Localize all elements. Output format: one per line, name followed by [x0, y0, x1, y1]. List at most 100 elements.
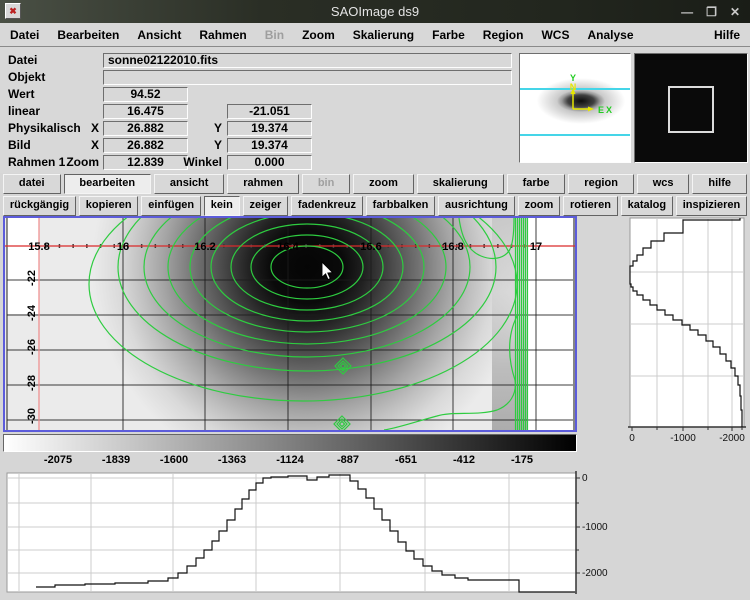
- image-x-label: X: [55, 138, 99, 153]
- image-y-label: Y: [170, 138, 222, 153]
- window-controls: — ❒ ✕: [681, 0, 740, 23]
- svg-text:0: 0: [629, 433, 635, 444]
- svg-text:-26: -26: [26, 339, 38, 355]
- toolbar-button[interactable]: zoom: [518, 196, 560, 216]
- svg-text:15.8: 15.8: [28, 241, 49, 253]
- svg-text:-2000: -2000: [719, 433, 745, 444]
- menu-item[interactable]: Farbe: [432, 28, 465, 42]
- toolbar-button[interactable]: rahmen: [227, 174, 299, 194]
- colorbar-tick-label: -887: [337, 454, 359, 466]
- titlebar: ✖ SAOImage ds9 — ❒ ✕: [0, 0, 750, 23]
- svg-text:16.6: 16.6: [360, 241, 381, 253]
- colorbar-tick-label: -651: [395, 454, 417, 466]
- toolbar-button[interactable]: hilfe: [692, 174, 746, 194]
- svg-text:-24: -24: [26, 304, 38, 321]
- angle-label: Winkel: [170, 155, 222, 170]
- menu-item[interactable]: Region: [483, 28, 524, 42]
- svg-text:-1000: -1000: [670, 433, 696, 444]
- menu-item[interactable]: Skalierung: [353, 28, 414, 42]
- image-frame[interactable]: 15.8 16 16.2 16.4 16.6 16.8 17 -22 -24 -26 -28 -30: [3, 216, 577, 432]
- vertical-profile-plot: 0 -1000 -2000: [578, 216, 750, 456]
- magnifier-preview[interactable]: [634, 53, 748, 163]
- toolbar-button[interactable]: datei: [3, 174, 61, 194]
- svg-text:N: N: [570, 82, 577, 92]
- svg-text:-1000: -1000: [582, 522, 608, 533]
- value-value: 94.52: [103, 87, 188, 102]
- svg-text:-28: -28: [26, 375, 38, 391]
- svg-text:E: E: [598, 105, 604, 115]
- toolbar-button[interactable]: bin: [302, 174, 350, 194]
- colorbar-tick-label: -412: [453, 454, 475, 466]
- window-title: SAOImage ds9: [0, 0, 750, 23]
- file-value: sonne02122010.fits: [103, 53, 512, 68]
- maximize-button[interactable]: ❒: [706, 5, 717, 19]
- physical-x-label: X: [55, 121, 99, 136]
- toolbar-button[interactable]: zoom: [353, 174, 414, 194]
- file-label: Datei: [8, 53, 37, 68]
- toolbar-button[interactable]: skalierung: [417, 174, 504, 194]
- toolbar-button[interactable]: rotieren: [563, 196, 618, 216]
- toolbar-secondary: rückgängigkopiereneinfügenkeinzeigerfade…: [0, 195, 750, 217]
- menu-item[interactable]: Bin: [265, 28, 284, 42]
- svg-text:-30: -30: [26, 408, 38, 424]
- toolbar-button[interactable]: region: [568, 174, 633, 194]
- linear-label: linear: [8, 104, 40, 119]
- zoom-label: Zoom: [55, 155, 99, 170]
- menu-item[interactable]: Ansicht: [137, 28, 181, 42]
- toolbar-button[interactable]: kopieren: [79, 196, 139, 216]
- menu-item[interactable]: Zoom: [302, 28, 335, 42]
- toolbar-button[interactable]: ansicht: [154, 174, 224, 194]
- colorbar-tick-label: -1363: [218, 454, 246, 466]
- image-coord-label: Bild: [8, 138, 31, 153]
- colorbar-tick-label: -1124: [276, 454, 304, 466]
- toolbar-button[interactable]: einfügen: [141, 196, 201, 216]
- menu-item[interactable]: WCS: [541, 28, 569, 42]
- object-value: [103, 70, 512, 85]
- toolbar-button[interactable]: inspizieren: [676, 196, 747, 216]
- colorbar-tick-label: -1839: [102, 454, 130, 466]
- toolbar-button[interactable]: farbe: [507, 174, 566, 194]
- linear-y-value: -21.051: [227, 104, 312, 119]
- toolbar-primary: dateibearbeitenansichtrahmenbinzoomskali…: [0, 173, 750, 195]
- svg-text:16: 16: [117, 241, 129, 253]
- toolbar-button[interactable]: zeiger: [243, 196, 288, 216]
- image-y-value: 19.374: [227, 138, 312, 153]
- menu-item[interactable]: Analyse: [587, 28, 633, 42]
- magnifier-cursor-box: [668, 86, 714, 133]
- toolbar-button[interactable]: bearbeiten: [64, 174, 151, 194]
- svg-text:-22: -22: [26, 270, 38, 286]
- toolbar-button[interactable]: farbbalken: [366, 196, 435, 216]
- physical-y-value: 19.374: [227, 121, 312, 136]
- menu-item[interactable]: Rahmen: [199, 28, 246, 42]
- svg-text:16.4: 16.4: [277, 241, 299, 253]
- svg-text:16.8: 16.8: [442, 241, 463, 253]
- menu-item[interactable]: Datei: [10, 28, 39, 42]
- svg-text:16.2: 16.2: [194, 241, 215, 253]
- close-button[interactable]: ✕: [730, 5, 740, 19]
- colorbar-tick-label: -2075: [44, 454, 72, 466]
- menubar: Datei Bearbeiten Ansicht Rahmen Bin Zoom Skali…: [0, 23, 750, 47]
- toolbar-button[interactable]: rückgängig: [3, 196, 76, 216]
- linear-x-value: 16.475: [103, 104, 188, 119]
- toolbar-button[interactable]: ausrichtung: [438, 196, 515, 216]
- svg-text:0: 0: [582, 473, 588, 484]
- info-panel: Datei sonne02122010.fits Objekt Wert 94.…: [0, 47, 750, 173]
- angle-value: 0.000: [227, 155, 312, 170]
- toolbar-button[interactable]: katalog: [621, 196, 673, 216]
- svg-text:-2000: -2000: [582, 568, 608, 579]
- horizontal-profile-plot: 0 -1000 -2000: [0, 468, 625, 600]
- minimize-button[interactable]: —: [681, 5, 693, 19]
- colorbar[interactable]: [3, 434, 577, 452]
- svg-text:17: 17: [530, 241, 542, 253]
- colorbar-tick-label: -175: [511, 454, 533, 466]
- toolbar-button[interactable]: fadenkreuz: [291, 196, 363, 216]
- image-display[interactable]: 15.8 16 16.2 16.4 16.6 16.8 17 -22 -24 -26 -28 -30: [5, 218, 575, 430]
- panner-preview[interactable]: Y N E X: [519, 53, 631, 163]
- toolbar-button[interactable]: wcs: [637, 174, 690, 194]
- compass-icon: Y N E X: [520, 54, 630, 162]
- menu-item[interactable]: Bearbeiten: [57, 28, 119, 42]
- menu-item-hilfe[interactable]: Hilfe: [714, 28, 740, 42]
- colorbar-tick-label: -1600: [160, 454, 188, 466]
- toolbar-button[interactable]: kein: [204, 196, 240, 216]
- physical-y-label: Y: [170, 121, 222, 136]
